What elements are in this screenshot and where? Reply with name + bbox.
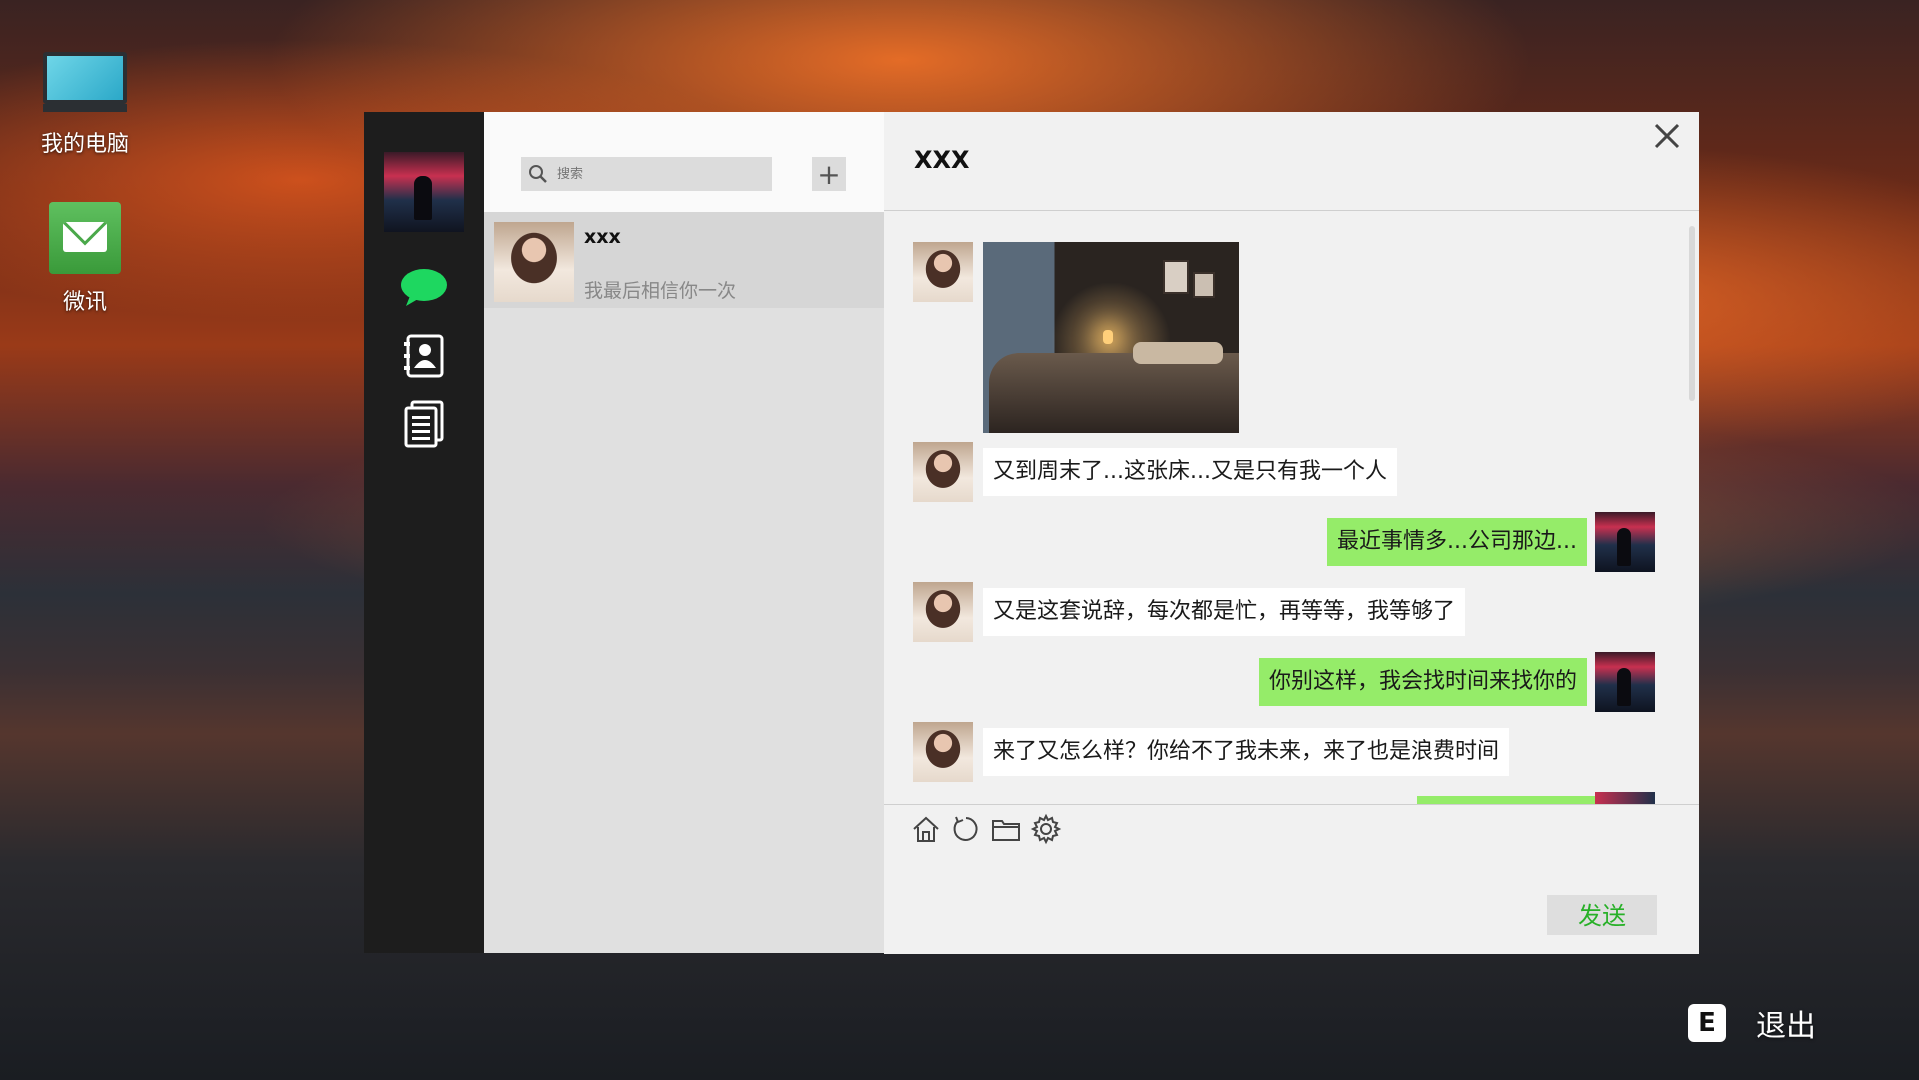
message-avatar bbox=[913, 442, 973, 502]
folder-icon[interactable] bbox=[990, 813, 1022, 845]
message-bubble-outgoing-partial bbox=[1417, 796, 1607, 804]
desktop-icon-label: 微讯 bbox=[62, 290, 107, 315]
document-icon bbox=[404, 400, 444, 448]
chat-header: XXX bbox=[884, 112, 1699, 211]
contact-preview: 我最后相信你一次 bbox=[584, 280, 737, 302]
close-icon[interactable] bbox=[1651, 120, 1683, 152]
mail-icon bbox=[49, 202, 121, 274]
message-bubble-outgoing: 最近事情多...公司那边... bbox=[1327, 518, 1587, 566]
message-composer[interactable]: 发送 bbox=[884, 804, 1699, 954]
add-button[interactable]: + bbox=[812, 157, 846, 191]
message-avatar bbox=[913, 582, 973, 642]
message-avatar bbox=[913, 242, 973, 302]
contacts-icon bbox=[404, 334, 444, 378]
chat-title: XXX bbox=[914, 146, 970, 174]
desktop-icon-label: 我的电脑 bbox=[40, 132, 129, 157]
exit-label: 退出 bbox=[1756, 1009, 1816, 1044]
message-avatar bbox=[1595, 512, 1655, 572]
message-avatar bbox=[913, 722, 973, 782]
search-icon bbox=[529, 165, 547, 183]
message-bubble-incoming: 来了又怎么样？你给不了我未来，来了也是浪费时间 bbox=[983, 728, 1510, 776]
search-box[interactable] bbox=[521, 157, 772, 191]
monitor-icon bbox=[43, 52, 127, 112]
contact-avatar bbox=[494, 222, 574, 302]
messenger-window: + xxx 我最后相信你一次 XXX 又到周末了...这张床...又是只有我一个… bbox=[364, 112, 1699, 954]
desktop-icon-weixun[interactable]: 微讯 bbox=[30, 202, 140, 316]
message-image[interactable] bbox=[983, 242, 1239, 433]
send-button[interactable]: 发送 bbox=[1547, 895, 1657, 935]
settings-icon[interactable] bbox=[1030, 813, 1062, 845]
message-bubble-incoming: 又是这套说辞，每次都是忙，再等等，我等够了 bbox=[983, 588, 1466, 636]
exit-button[interactable]: E 退出 bbox=[1688, 1001, 1816, 1045]
message-avatar-partial bbox=[1595, 792, 1655, 804]
nav-rail bbox=[364, 112, 484, 953]
user-avatar[interactable] bbox=[384, 152, 464, 232]
message-bubble-incoming: 又到周末了...这张床...又是只有我一个人 bbox=[983, 448, 1397, 496]
rail-item-files[interactable] bbox=[400, 400, 448, 448]
conversation-list-pane: + xxx 我最后相信你一次 bbox=[484, 112, 884, 953]
chat-pane: XXX 又到周末了...这张床...又是只有我一个人 最近事情多...公司那边.… bbox=[884, 112, 1699, 954]
refresh-icon[interactable] bbox=[950, 813, 982, 845]
key-hint: E bbox=[1688, 1004, 1726, 1042]
search-input[interactable] bbox=[555, 165, 759, 183]
desktop-icon-my-computer[interactable]: 我的电脑 bbox=[30, 52, 140, 158]
rail-item-chat[interactable] bbox=[400, 264, 448, 312]
list-header: + bbox=[484, 112, 884, 212]
conversation-item[interactable]: xxx 我最后相信你一次 bbox=[484, 212, 884, 308]
chat-bubble-icon bbox=[401, 269, 447, 306]
chat-scrollbar[interactable] bbox=[1689, 226, 1695, 401]
contact-name: xxx bbox=[584, 226, 621, 248]
message-bubble-outgoing: 你别这样，我会找时间来找你的 bbox=[1258, 658, 1587, 706]
home-icon[interactable] bbox=[910, 813, 942, 845]
rail-item-contacts[interactable] bbox=[400, 332, 448, 380]
message-avatar bbox=[1595, 652, 1655, 712]
